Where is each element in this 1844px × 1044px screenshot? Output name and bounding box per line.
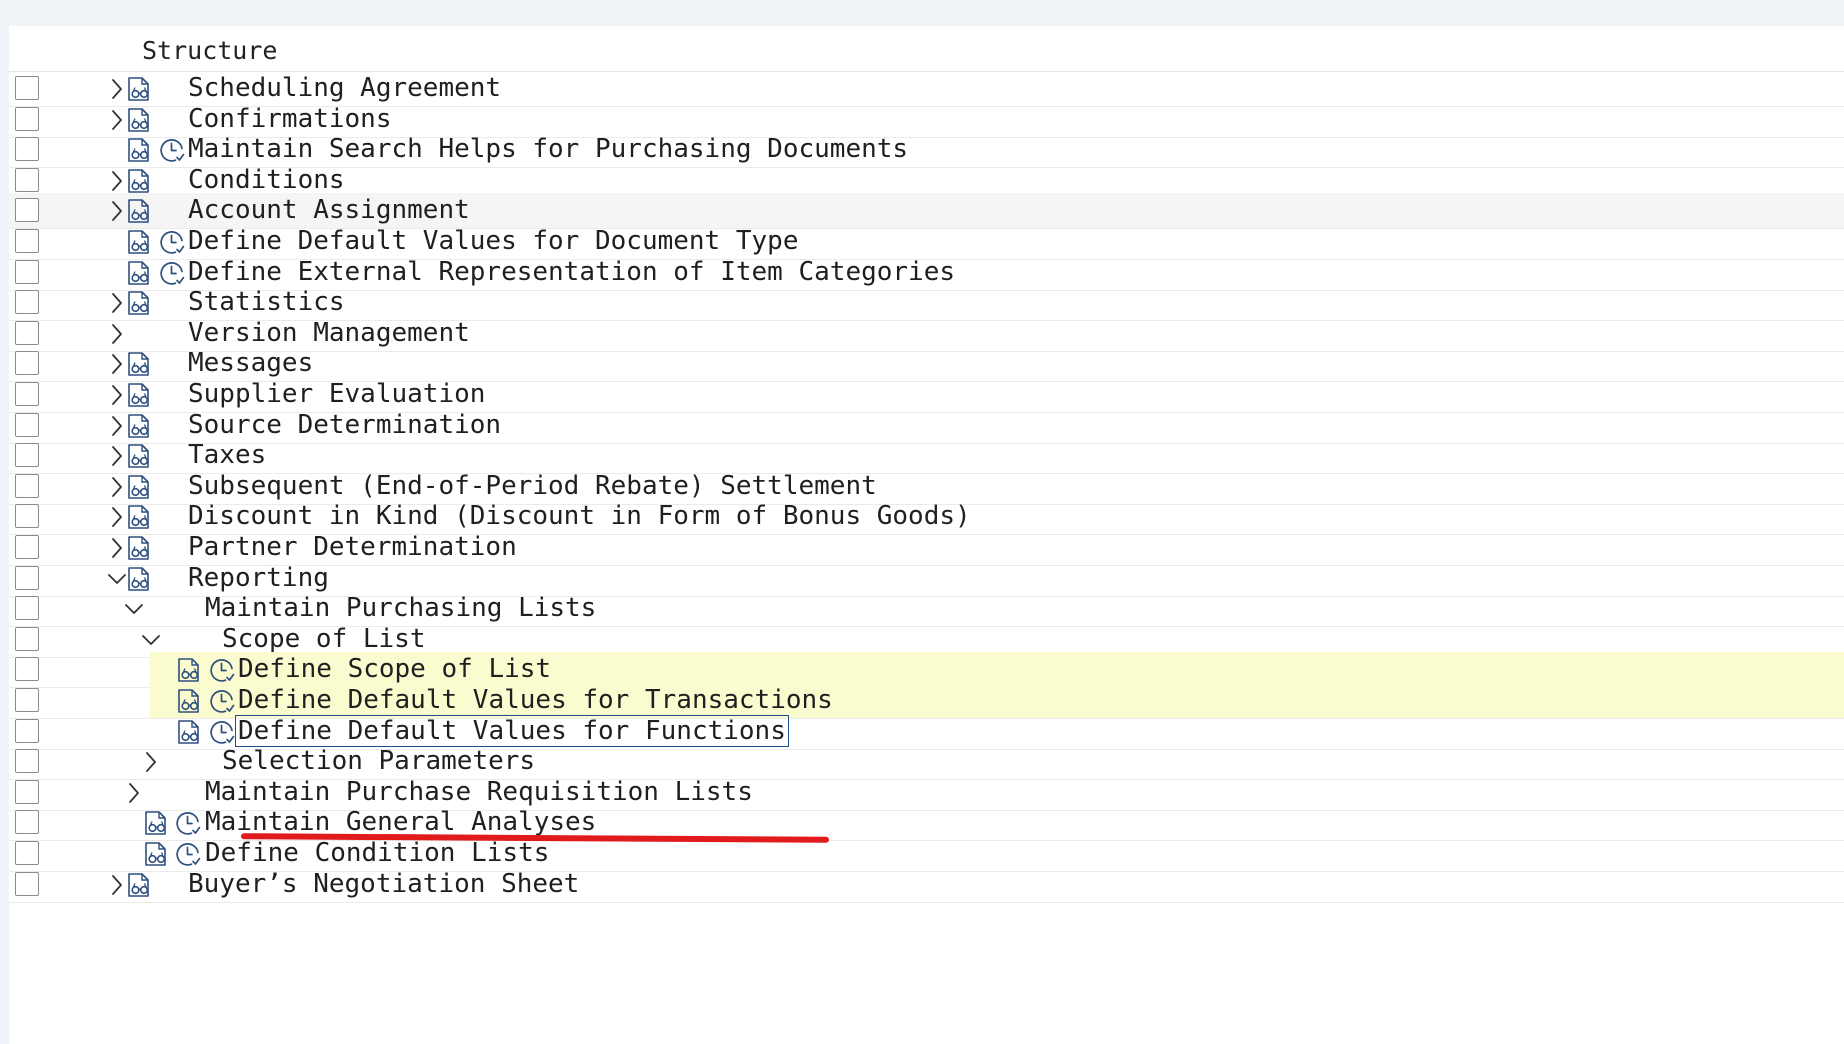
document-glasses-icon[interactable] — [124, 380, 154, 410]
tree-node-label[interactable]: Define Default Values for Functions — [235, 714, 789, 747]
document-glasses-icon[interactable] — [174, 686, 204, 716]
row-checkbox[interactable] — [15, 443, 39, 468]
document-glasses-icon[interactable] — [124, 533, 154, 563]
tree-node-label[interactable]: Define Condition Lists — [205, 838, 549, 868]
row-checkbox[interactable] — [15, 351, 39, 376]
tree-header: Structure — [9, 26, 1844, 72]
row-checkbox[interactable] — [15, 718, 39, 743]
tree-node-label[interactable]: Statistics — [188, 287, 345, 317]
tree-node-label[interactable]: Supplier Evaluation — [188, 379, 485, 409]
document-glasses-icon[interactable] — [124, 166, 154, 196]
row-checkbox[interactable] — [15, 259, 39, 284]
row-checkbox[interactable] — [15, 871, 39, 896]
chevron-down-icon[interactable] — [123, 596, 145, 622]
document-glasses-icon[interactable] — [174, 655, 204, 685]
document-glasses-icon[interactable] — [124, 870, 154, 900]
row-checkbox[interactable] — [15, 320, 39, 345]
tree-node-label[interactable]: Source Determination — [188, 410, 501, 440]
row-checkbox[interactable] — [15, 688, 39, 712]
clock-activity-icon[interactable] — [207, 655, 237, 685]
chevron-right-icon[interactable] — [140, 749, 162, 775]
tree-node-label[interactable]: Conditions — [188, 165, 345, 195]
row-checkbox[interactable] — [15, 473, 39, 498]
document-glasses-icon[interactable] — [124, 105, 154, 135]
document-glasses-icon[interactable] — [124, 502, 154, 532]
clock-activity-icon[interactable] — [207, 717, 237, 747]
tree-node-label[interactable]: Version Management — [188, 318, 470, 348]
tree-node-label[interactable]: Define Scope of List — [238, 654, 551, 684]
document-glasses-icon[interactable] — [124, 135, 154, 165]
row-checkbox[interactable] — [15, 841, 39, 865]
row-checkbox[interactable] — [15, 229, 39, 253]
tree-node-label[interactable]: Messages — [188, 348, 313, 378]
structure-column-header: Structure — [142, 36, 278, 65]
row-checkbox[interactable] — [15, 535, 39, 559]
document-glasses-icon[interactable] — [141, 808, 171, 838]
row-checkbox[interactable] — [15, 412, 39, 437]
row-checkbox[interactable] — [15, 198, 39, 223]
row-checkbox[interactable] — [15, 382, 39, 406]
document-glasses-icon[interactable] — [124, 411, 154, 441]
document-glasses-icon[interactable] — [124, 196, 154, 226]
document-glasses-icon[interactable] — [124, 227, 154, 257]
tree-node-label[interactable]: Confirmations — [188, 104, 392, 134]
tree-node-label[interactable]: Account Assignment — [188, 195, 470, 225]
document-glasses-icon[interactable] — [124, 349, 154, 379]
row-checkbox[interactable] — [15, 749, 39, 774]
chevron-right-icon[interactable] — [106, 321, 128, 347]
row-checkbox[interactable] — [15, 167, 39, 192]
row-checkbox[interactable] — [15, 504, 39, 529]
tree-node-label[interactable]: Scheduling Agreement — [188, 73, 501, 103]
document-glasses-icon[interactable] — [124, 74, 154, 104]
clock-activity-icon[interactable] — [207, 686, 237, 716]
clock-activity-icon[interactable] — [173, 839, 203, 869]
row-checkbox[interactable] — [15, 106, 39, 131]
row-checkbox[interactable] — [15, 76, 39, 100]
document-glasses-icon[interactable] — [124, 441, 154, 471]
row-checkbox[interactable] — [15, 810, 39, 835]
row-checkbox[interactable] — [15, 137, 39, 162]
tree-node-label[interactable]: Buyer’s Negotiation Sheet — [188, 869, 579, 899]
clock-activity-icon[interactable] — [157, 135, 187, 165]
document-glasses-icon[interactable] — [124, 564, 154, 594]
row-checkbox[interactable] — [15, 779, 39, 804]
chevron-right-icon[interactable] — [123, 780, 145, 806]
row-checkbox[interactable] — [15, 565, 39, 590]
tree-node-label[interactable]: Discount in Kind (Discount in Form of Bo… — [188, 501, 971, 531]
document-glasses-icon[interactable] — [174, 717, 204, 747]
structure-tree-panel: Structure Scheduling Agreement Confirmati… — [9, 26, 1844, 1044]
document-glasses-icon[interactable] — [124, 258, 154, 288]
clock-activity-icon[interactable] — [157, 258, 187, 288]
tree-node-label[interactable]: Maintain Purchase Requisition Lists — [205, 777, 753, 807]
tree-node-label[interactable]: Scope of List — [222, 624, 426, 654]
row-checkbox[interactable] — [15, 290, 39, 315]
tree-node-label[interactable]: Selection Parameters — [222, 746, 535, 776]
clock-activity-icon[interactable] — [157, 227, 187, 257]
tree-node-label[interactable]: Define External Representation of Item C… — [188, 257, 955, 287]
top-strip — [0, 0, 1844, 26]
row-checkbox[interactable] — [15, 626, 39, 651]
tree-row[interactable]: Buyer’s Negotiation Sheet — [9, 867, 1844, 903]
tree-node-label[interactable]: Subsequent (End-of-Period Rebate) Settle… — [188, 471, 877, 501]
tree-node-label[interactable]: Reporting — [188, 563, 329, 593]
document-glasses-icon[interactable] — [141, 839, 171, 869]
tree-node-label[interactable]: Maintain Purchasing Lists — [205, 593, 596, 623]
chevron-down-icon[interactable] — [140, 627, 162, 653]
row-checkbox[interactable] — [15, 657, 39, 682]
tree-node-label[interactable]: Define Default Values for Document Type — [188, 226, 798, 256]
tree-node-label[interactable]: Taxes — [188, 440, 266, 470]
document-glasses-icon[interactable] — [124, 472, 154, 502]
clock-activity-icon[interactable] — [173, 808, 203, 838]
document-glasses-icon[interactable] — [124, 288, 154, 318]
tree-node-label[interactable]: Define Default Values for Transactions — [238, 685, 833, 715]
row-checkbox[interactable] — [15, 596, 39, 621]
tree-node-label[interactable]: Maintain Search Helps for Purchasing Doc… — [188, 134, 908, 164]
tree-node-label[interactable]: Partner Determination — [188, 532, 517, 562]
